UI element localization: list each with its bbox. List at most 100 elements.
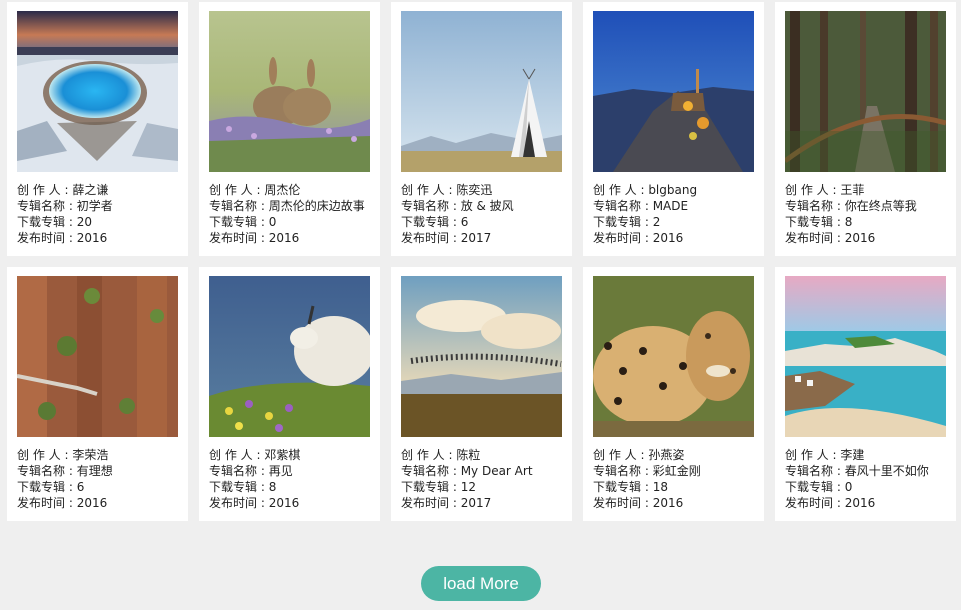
downloads-line: 下载专辑 : 6 [401, 215, 469, 229]
album-name: 初学者 [76, 199, 113, 213]
author-name: 李荣浩 [72, 448, 109, 462]
album-name-line: 专辑名称 : 彩虹金刚 [593, 464, 701, 478]
release-year: 2016 [844, 231, 876, 245]
downloads-line: 下载专辑 : 6 [17, 480, 85, 494]
album-info: 创 作 人 : 李建 专辑名称 : 春风十里不如你 下载专辑 : 0 发布时间 … [785, 447, 946, 511]
album-card[interactable]: 创 作 人 : blgbang 专辑名称 : MADE 下载专辑 : 2 发布时… [583, 2, 764, 256]
album-name-line: 专辑名称 : 再见 [209, 464, 293, 478]
author-line: 创 作 人 : 邓紫棋 [209, 448, 301, 462]
release-year-line: 发布时间 : 2016 [785, 496, 876, 510]
album-cover-image[interactable] [401, 276, 562, 437]
release-year-line: 发布时间 : 2016 [785, 231, 876, 245]
release-year: 2016 [652, 231, 684, 245]
author-name: 孙燕姿 [648, 448, 685, 462]
release-year: 2016 [844, 496, 876, 510]
album-info: 创 作 人 : 周杰伦 专辑名称 : 周杰伦的床边故事 下载专辑 : 0 发布时… [209, 182, 370, 246]
album-name: 放 & 披风 [460, 199, 514, 213]
release-year: 2017 [460, 496, 492, 510]
downloads-line: 下载专辑 : 0 [785, 480, 853, 494]
download-count: 12 [460, 480, 476, 494]
album-card[interactable]: 创 作 人 : 李建 专辑名称 : 春风十里不如你 下载专辑 : 0 发布时间 … [775, 267, 956, 521]
load-more-button[interactable]: load More [421, 566, 541, 601]
downloads-line: 下载专辑 : 8 [209, 480, 277, 494]
album-name: 再见 [268, 464, 293, 478]
release-year: 2017 [460, 231, 492, 245]
album-cover-image[interactable] [209, 11, 370, 172]
downloads-line: 下载专辑 : 0 [209, 215, 277, 229]
album-name-line: 专辑名称 : MADE [593, 199, 689, 213]
album-cover-image[interactable] [593, 11, 754, 172]
album-card[interactable]: 创 作 人 : 邓紫棋 专辑名称 : 再见 下载专辑 : 8 发布时间 : 20… [199, 267, 380, 521]
download-count: 6 [76, 480, 85, 494]
downloads-line: 下载专辑 : 8 [785, 215, 853, 229]
author-line: 创 作 人 : 王菲 [785, 183, 865, 197]
release-year-line: 发布时间 : 2016 [593, 496, 684, 510]
author-name: blgbang [648, 183, 698, 197]
author-name: 陈粒 [456, 448, 481, 462]
author-name: 邓紫棋 [264, 448, 301, 462]
album-name-line: 专辑名称 : 春风十里不如你 [785, 464, 929, 478]
author-name: 陈奕迅 [456, 183, 493, 197]
author-line: 创 作 人 : 李建 [785, 448, 865, 462]
release-year-line: 发布时间 : 2016 [17, 496, 108, 510]
download-count: 18 [652, 480, 668, 494]
downloads-line: 下载专辑 : 18 [593, 480, 668, 494]
album-info: 创 作 人 : 邓紫棋 专辑名称 : 再见 下载专辑 : 8 发布时间 : 20… [209, 447, 370, 511]
album-cover-image[interactable] [593, 276, 754, 437]
album-card[interactable]: 创 作 人 : 周杰伦 专辑名称 : 周杰伦的床边故事 下载专辑 : 0 发布时… [199, 2, 380, 256]
author-name: 周杰伦 [264, 183, 301, 197]
album-cover-image[interactable] [785, 276, 946, 437]
release-year-line: 发布时间 : 2017 [401, 231, 492, 245]
album-card[interactable]: 创 作 人 : 王菲 专辑名称 : 你在终点等我 下载专辑 : 8 发布时间 :… [775, 2, 956, 256]
album-card[interactable]: 创 作 人 : 孙燕姿 专辑名称 : 彩虹金刚 下载专辑 : 18 发布时间 :… [583, 267, 764, 521]
album-name: 春风十里不如你 [844, 464, 929, 478]
release-year: 2016 [268, 496, 300, 510]
album-name-line: 专辑名称 : 你在终点等我 [785, 199, 917, 213]
album-name-line: 专辑名称 : My Dear Art [401, 464, 533, 478]
release-year-line: 发布时间 : 2016 [209, 231, 300, 245]
album-name-line: 专辑名称 : 周杰伦的床边故事 [209, 199, 365, 213]
album-name: 彩虹金刚 [652, 464, 701, 478]
album-name: MADE [652, 199, 689, 213]
album-info: 创 作 人 : 陈奕迅 专辑名称 : 放 & 披风 下载专辑 : 6 发布时间 … [401, 182, 562, 246]
downloads-line: 下载专辑 : 12 [401, 480, 476, 494]
album-cover-image[interactable] [785, 11, 946, 172]
album-card[interactable]: 创 作 人 : 薛之谦 专辑名称 : 初学者 下载专辑 : 20 发布时间 : … [7, 2, 188, 256]
release-year-line: 发布时间 : 2016 [593, 231, 684, 245]
album-card[interactable]: 创 作 人 : 陈粒 专辑名称 : My Dear Art 下载专辑 : 12 … [391, 267, 572, 521]
author-name: 薛之谦 [72, 183, 109, 197]
author-line: 创 作 人 : 陈粒 [401, 448, 481, 462]
album-name-line: 专辑名称 : 有理想 [17, 464, 113, 478]
download-count: 8 [268, 480, 277, 494]
release-year-line: 发布时间 : 2016 [17, 231, 108, 245]
album-name: 周杰伦的床边故事 [268, 199, 365, 213]
author-line: 创 作 人 : 陈奕迅 [401, 183, 493, 197]
release-year: 2016 [76, 496, 108, 510]
release-year: 2016 [76, 231, 108, 245]
author-line: 创 作 人 : 周杰伦 [209, 183, 301, 197]
author-line: 创 作 人 : blgbang [593, 183, 698, 197]
author-line: 创 作 人 : 李荣浩 [17, 448, 109, 462]
download-count: 0 [844, 480, 853, 494]
album-cover-image[interactable] [401, 11, 562, 172]
album-name-line: 专辑名称 : 放 & 披风 [401, 199, 514, 213]
album-info: 创 作 人 : 王菲 专辑名称 : 你在终点等我 下载专辑 : 8 发布时间 :… [785, 182, 946, 246]
release-year: 2016 [268, 231, 300, 245]
album-cover-image[interactable] [17, 276, 178, 437]
album-info: 创 作 人 : 薛之谦 专辑名称 : 初学者 下载专辑 : 20 发布时间 : … [17, 182, 178, 246]
album-cover-image[interactable] [209, 276, 370, 437]
album-card[interactable]: 创 作 人 : 李荣浩 专辑名称 : 有理想 下载专辑 : 6 发布时间 : 2… [7, 267, 188, 521]
album-grid: 创 作 人 : 薛之谦 专辑名称 : 初学者 下载专辑 : 2 0 发布时间 : … [7, 2, 956, 521]
album-name: My Dear Art [460, 464, 533, 478]
album-cover-image[interactable] [17, 11, 178, 172]
download-count: 0 [268, 215, 277, 229]
author-line: 创 作 人 : 孙燕姿 [593, 448, 685, 462]
download-count: 6 [460, 215, 469, 229]
album-name-line: 专辑名称 : 初学者 [17, 199, 113, 213]
album-info: 创 作 人 : 陈粒 专辑名称 : My Dear Art 下载专辑 : 12 … [401, 447, 562, 511]
download-count: 8 [844, 215, 853, 229]
album-name: 有理想 [76, 464, 113, 478]
downloads-line: 下载专辑 : 2 [593, 215, 661, 229]
author-line: 创 作 人 : 薛之谦 [17, 183, 109, 197]
album-card[interactable]: 创 作 人 : 陈奕迅 专辑名称 : 放 & 披风 下载专辑 : 6 发布时间 … [391, 2, 572, 256]
